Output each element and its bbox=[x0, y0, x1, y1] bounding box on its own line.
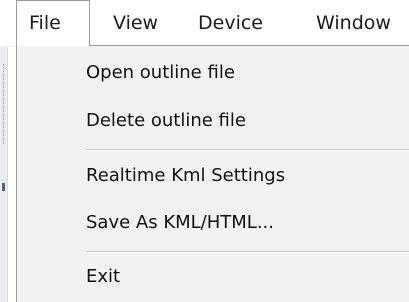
menu-device[interactable]: Device bbox=[198, 0, 263, 46]
splitter-handle[interactable] bbox=[2, 183, 5, 191]
menu-item-save-as-kml-html[interactable]: Save As KML/HTML... bbox=[86, 212, 274, 233]
menu-file[interactable]: File bbox=[16, 0, 90, 46]
menu-item-realtime-kml-settings[interactable]: Realtime Kml Settings bbox=[86, 165, 285, 186]
menu-view[interactable]: View bbox=[113, 0, 158, 46]
window-left-border bbox=[0, 46, 8, 302]
menu-item-exit[interactable]: Exit bbox=[86, 266, 120, 287]
menu-separator bbox=[86, 251, 409, 253]
menu-separator bbox=[86, 149, 409, 151]
splitter-dots bbox=[3, 64, 5, 144]
menu-item-delete-outline-file[interactable]: Delete outline file bbox=[86, 110, 246, 131]
app-window: File View Device Window Open outline fil… bbox=[0, 0, 409, 302]
menu-bar: File View Device Window bbox=[0, 0, 409, 47]
menu-window[interactable]: Window bbox=[316, 0, 391, 46]
menu-item-open-outline-file[interactable]: Open outline file bbox=[86, 62, 235, 83]
menu-icon-gutter bbox=[17, 46, 67, 302]
